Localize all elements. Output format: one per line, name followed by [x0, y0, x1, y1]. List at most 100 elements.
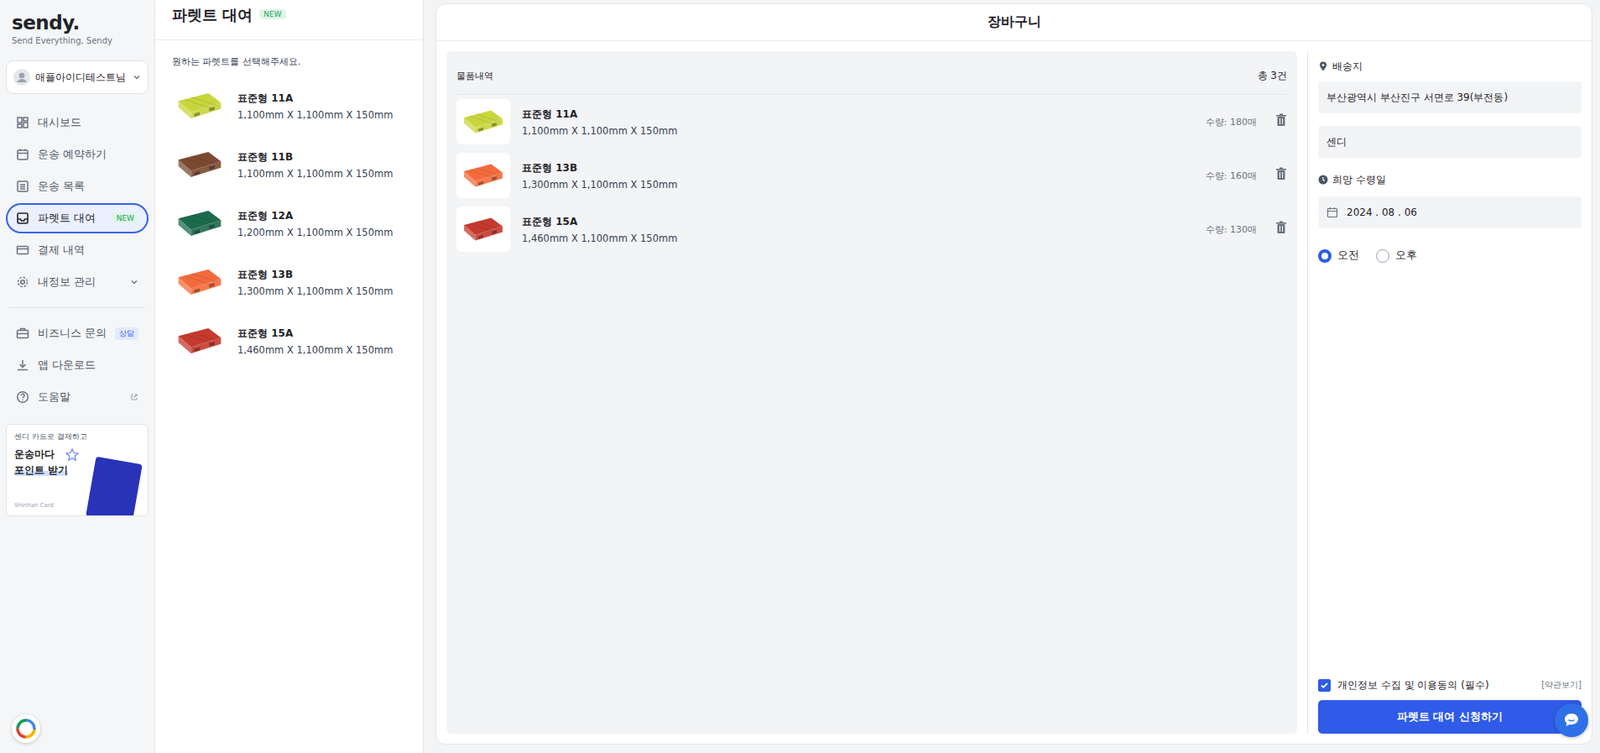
app-menu-button[interactable]: [11, 714, 41, 743]
radio-label[interactable]: 오전: [1337, 248, 1360, 263]
item-name: 표준형 11A: [521, 107, 1194, 122]
user-icon: [13, 68, 31, 86]
item-size: 1,100mm X 1,100mm X 150mm: [521, 125, 1194, 137]
chat-button[interactable]: [1554, 703, 1589, 737]
cart-card: 장바구니물품내역총 3건표준형 11A1,100mm X 1,100mm X 1…: [435, 3, 1593, 745]
pallet-size: 1,100mm X 1,100mm X 150mm: [237, 109, 393, 121]
promo-text: 센디 카드로 결제하고: [14, 431, 141, 443]
promo-banner[interactable]: 센디 카드로 결제하고운송마다포인트 받기Shinhan Card: [5, 423, 149, 516]
trash-icon: [1275, 113, 1288, 127]
pallet-item[interactable]: 표준형 13B 1,300mm X 1,100mm X 150mm: [155, 252, 423, 312]
account-name[interactable]: 애플아이디테스트님: [35, 71, 128, 84]
sidebar: sendy.Send Everything, Sendy 애플아이디테스트님대시보…: [0, 0, 156, 753]
sidebar-label[interactable]: 운송 예약하기: [37, 146, 139, 162]
pallet-icon: [459, 161, 507, 190]
agree-label[interactable]: 개인정보 수집 및 이용동의 (필수): [1337, 677, 1535, 693]
dashboard-icon: [15, 115, 30, 130]
cart-info: 표준형 13B1,300mm X 1,100mm X 150mm: [521, 161, 1194, 191]
address-field[interactable]: 부산광역시 부산진구 서면로 39(부전동): [1318, 81, 1582, 114]
item-name: 표준형 13B: [521, 161, 1194, 176]
cart-body: 물품내역총 3건표준형 11A1,100mm X 1,100mm X 150mm…: [436, 41, 1592, 744]
pallet-size: 1,200mm X 1,100mm X 150mm: [237, 226, 393, 239]
sidebar-item[interactable]: 비즈니스 문의 상담: [5, 317, 149, 349]
new-badge: NEW: [259, 9, 286, 20]
time-radio[interactable]: 오전: [1318, 248, 1360, 263]
pallet-size: 1,300mm X 1,100mm X 150mm: [237, 285, 393, 298]
terms-link[interactable]: [약관보기]: [1541, 678, 1582, 691]
time-radio[interactable]: 오후: [1375, 248, 1418, 263]
delete-button[interactable]: [1268, 166, 1288, 184]
pallet-item[interactable]: 표준형 11A 1,100mm X 1,100mm X 150mm: [155, 76, 423, 136]
cart-row: 표준형 13B1,300mm X 1,100mm X 150mm수량: 160매: [456, 148, 1288, 203]
pallet-icon: [459, 107, 507, 136]
pallet-item[interactable]: 표준형 12A 1,200mm X 1,100mm X 150mm: [155, 193, 423, 253]
label-text: 희망 수령일: [1332, 172, 1387, 188]
calendar-icon: [15, 147, 30, 162]
recipient-field[interactable]: 센디: [1318, 125, 1582, 158]
pallet-icon: [173, 148, 226, 181]
pallet-icon: [173, 89, 226, 122]
sidebar-item[interactable]: 운송 예약하기: [5, 139, 149, 170]
cart-title: 장바구니: [436, 4, 1592, 42]
sidebar-label[interactable]: 도움말: [37, 389, 122, 405]
pallet-panel: 파렛트 대여NEW원하는 파렛트를 선택해주세요.표준형 11A1,100mm …: [155, 0, 424, 753]
sidebar-label[interactable]: 내정보 관리: [37, 274, 122, 290]
pin-icon: [1318, 61, 1329, 72]
pallet-name[interactable]: 표준형 11B: [237, 150, 393, 165]
sidebar-label[interactable]: 비즈니스 문의: [37, 325, 107, 341]
pallet-item[interactable]: 표준형 15A1,460mm X 1,100mm X 150mm: [155, 311, 423, 371]
agree-checkbox[interactable]: [1318, 678, 1331, 692]
sidebar-label[interactable]: 운송 목록: [37, 178, 139, 194]
inbox-icon: [15, 211, 30, 225]
account-dropdown[interactable]: 애플아이디테스트님: [5, 60, 149, 94]
delete-button[interactable]: [1268, 220, 1288, 238]
pallet-info: 표준형 11A 1,100mm X 1,100mm X 150mm: [237, 91, 393, 121]
pallet-item[interactable]: 표준형 11B 1,100mm X 1,100mm X 150mm: [155, 135, 423, 194]
date-value[interactable]: 2024 . 08 . 06: [1346, 206, 1418, 219]
radio-label[interactable]: 오후: [1395, 248, 1418, 263]
sidebar-label[interactable]: 파렛트 대여: [37, 210, 105, 226]
pallet-name[interactable]: 표준형 15A: [237, 326, 393, 341]
sidebar-item[interactable]: 파렛트 대여 NEW: [5, 203, 149, 234]
cart-info: 표준형 11A 1,100mm X 1,100mm X 150mm: [521, 107, 1194, 137]
trash-icon: [1275, 220, 1288, 235]
sidebar-label[interactable]: 앱 다운로드: [37, 357, 139, 373]
pallet-name[interactable]: 표준형 12A: [237, 208, 393, 224]
consult-badge: 상담: [114, 327, 139, 340]
new-badge: NEW: [112, 213, 139, 224]
time-options: 오전 오후: [1318, 248, 1582, 263]
sidebar-item[interactable]: 대시보드: [5, 107, 149, 138]
sidebar-item[interactable]: 결제 내역: [5, 234, 149, 266]
sidebar-item[interactable]: 앱 다운로드: [5, 349, 149, 381]
label-text: 배송지: [1332, 59, 1363, 74]
sidebar-label[interactable]: 대시보드: [37, 114, 139, 131]
pallet-name[interactable]: 표준형 11A: [237, 91, 393, 106]
thumbnail: [456, 206, 511, 252]
pallet-info: 표준형 11B 1,100mm X 1,100mm X 150mm: [237, 150, 393, 180]
panel-title: 파렛트 대여: [171, 5, 253, 26]
sidebar-label[interactable]: 결제 내역: [37, 242, 139, 258]
delete-button[interactable]: [1268, 113, 1288, 131]
app-logo-icon: [15, 717, 37, 740]
list-icon: [15, 179, 30, 193]
cart-row: 표준형 15A1,460mm X 1,100mm X 150mm수량: 130매: [456, 202, 1288, 256]
expand-toggle[interactable]: [130, 276, 139, 289]
logo[interactable]: sendy.Send Everything, Sendy: [5, 11, 149, 46]
promo-title: 포인트 받기: [14, 463, 68, 476]
logo-name[interactable]: sendy.: [11, 11, 143, 34]
order-form: 배송지부산광역시 부산진구 서면로 39(부전동) 센디희망 수령일 2024 . …: [1307, 51, 1585, 734]
agreement: 개인정보 수집 및 이용동의 (필수) [약관보기]: [1318, 674, 1582, 695]
pallet-info: 표준형 12A 1,200mm X 1,100mm X 150mm: [237, 208, 393, 239]
help-icon: [15, 390, 30, 404]
item-name: 표준형 15A: [521, 214, 1194, 230]
pallet-info: 표준형 15A1,460mm X 1,100mm X 150mm: [237, 326, 393, 356]
submit-button[interactable]: 파렛트 대여 신청하기: [1318, 699, 1582, 734]
sidebar-item[interactable]: 운송 목록: [5, 171, 149, 202]
sidebar-item[interactable]: 내정보 관리: [5, 266, 149, 298]
date-field[interactable]: 2024 . 08 . 06: [1318, 196, 1582, 229]
sidebar-item[interactable]: 도움말: [5, 381, 149, 412]
radio-dot[interactable]: [1318, 249, 1332, 263]
radio-dot[interactable]: [1375, 249, 1390, 263]
pallet-size: 1,100mm X 1,100mm X 150mm: [237, 167, 393, 180]
pallet-name[interactable]: 표준형 13B: [237, 267, 393, 282]
